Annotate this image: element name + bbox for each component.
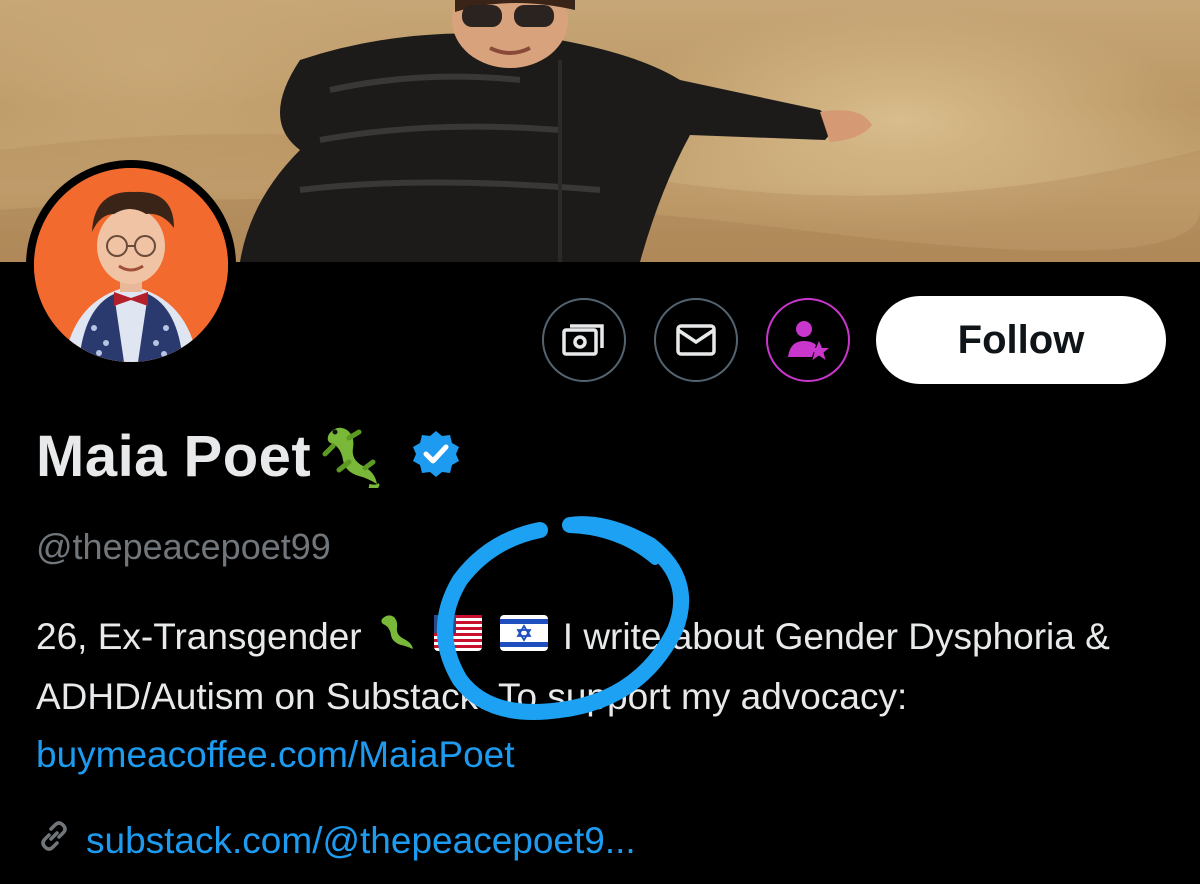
lizard-emoji-icon	[376, 610, 416, 668]
person-star-icon	[788, 321, 829, 360]
website-row: substack.com/@thepeacepoet9...	[36, 818, 636, 863]
avatar[interactable]	[26, 160, 236, 370]
bio-text-start: 26, Ex-Transgender	[36, 616, 362, 657]
avatar-image	[34, 168, 228, 362]
name-row: Maia Poet	[36, 418, 461, 494]
bio-link[interactable]: buymeacoffee.com/MaiaPoet	[36, 734, 515, 775]
profile-bio: 26, Ex-Transgender I write about Gender …	[36, 608, 1166, 784]
message-button[interactable]	[654, 298, 738, 382]
display-name: Maia Poet	[36, 423, 312, 489]
website-link[interactable]: substack.com/@thepeacepoet9...	[86, 820, 636, 862]
link-icon	[36, 818, 72, 863]
israel-flag-icon	[500, 610, 549, 668]
username-handle: @thepeacepoet99	[36, 526, 331, 567]
us-flag-icon	[434, 610, 483, 668]
lizard-emoji-icon	[319, 420, 383, 493]
money-icon	[562, 324, 604, 356]
envelope-icon	[676, 324, 716, 356]
tip-button[interactable]	[542, 298, 626, 382]
verified-badge-icon[interactable]	[411, 429, 461, 484]
subscribe-button[interactable]	[766, 298, 850, 382]
follow-button[interactable]: Follow	[876, 296, 1166, 384]
